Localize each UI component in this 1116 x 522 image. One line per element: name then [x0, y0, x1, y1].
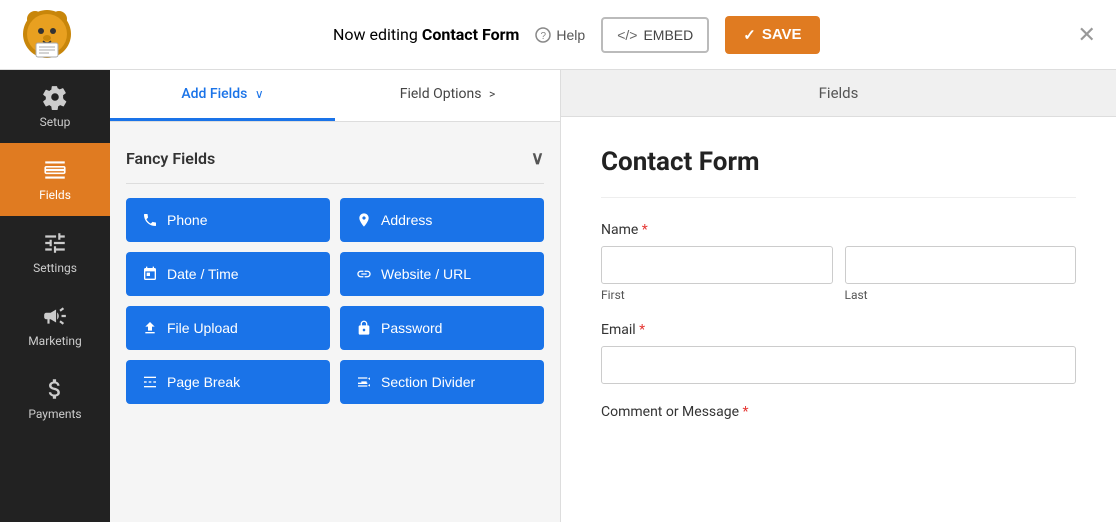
last-name-col: Last — [845, 246, 1077, 302]
top-bar: Now editing Contact Form ? Help </> EMBE… — [0, 0, 1116, 70]
name-label: Name * — [601, 222, 1076, 238]
file-upload-field-button[interactable]: File Upload — [126, 306, 330, 350]
email-required-indicator: * — [639, 322, 645, 338]
divider-icon — [356, 374, 372, 390]
upload-icon — [142, 320, 158, 336]
sidebar-settings-label: Settings — [33, 261, 77, 275]
form-preview: Fields Contact Form Name * First Last — [560, 70, 1116, 522]
top-bar-center: Now editing Contact Form ? Help </> EMBE… — [333, 16, 820, 54]
form-group-comment: Comment or Message * — [601, 404, 1076, 420]
sidebar-item-settings[interactable]: Settings — [0, 216, 110, 289]
name-inputs-row: First Last — [601, 246, 1076, 302]
datetime-field-button[interactable]: Date / Time — [126, 252, 330, 296]
sidebar-item-setup[interactable]: Setup — [0, 70, 110, 143]
email-label: Email * — [601, 322, 1076, 338]
sidebar-item-fields[interactable]: Fields — [0, 143, 110, 216]
fields-icon — [42, 157, 68, 183]
marketing-icon — [42, 303, 68, 329]
close-button[interactable]: ✕ — [1078, 22, 1096, 48]
location-icon — [356, 212, 372, 228]
svg-text:?: ? — [541, 31, 547, 42]
add-fields-arrow-icon: ∨ — [255, 87, 264, 101]
fancy-fields-chevron-icon[interactable]: ∨ — [531, 148, 544, 169]
first-name-col: First — [601, 246, 833, 302]
section-divider-field-button[interactable]: Section Divider — [340, 360, 544, 404]
sidebar-item-marketing[interactable]: Marketing — [0, 289, 110, 362]
field-options-arrow-icon: > — [489, 87, 495, 101]
add-fields-panel: Add Fields ∨ Field Options > Fancy Field… — [110, 70, 560, 522]
sidebar: Setup Fields Settings Marketing — [0, 70, 110, 522]
save-button[interactable]: ✓ SAVE — [725, 16, 819, 54]
password-field-button[interactable]: Password — [340, 306, 544, 350]
first-name-sublabel: First — [601, 288, 833, 302]
fancy-fields-label: Fancy Fields — [126, 149, 215, 168]
tab-add-fields[interactable]: Add Fields ∨ — [110, 70, 335, 121]
panel-tabs: Add Fields ∨ Field Options > — [110, 70, 560, 122]
sidebar-item-payments[interactable]: Payments — [0, 362, 110, 435]
checkmark-icon: ✓ — [743, 26, 756, 44]
pagebreak-icon — [142, 374, 158, 390]
last-name-sublabel: Last — [845, 288, 1077, 302]
email-input[interactable] — [601, 346, 1076, 384]
preview-content: Contact Form Name * First Last — [561, 117, 1116, 522]
comment-label: Comment or Message * — [601, 404, 1076, 420]
first-name-input[interactable] — [601, 246, 833, 284]
phone-field-button[interactable]: Phone — [126, 198, 330, 242]
help-button[interactable]: ? Help — [535, 27, 585, 43]
sidebar-payments-label: Payments — [28, 407, 81, 421]
panel-content: Fancy Fields ∨ Phone Address — [110, 122, 560, 522]
fields-grid: Phone Address Date / Time — [126, 198, 544, 404]
main-layout: Setup Fields Settings Marketing — [0, 70, 1116, 522]
address-field-button[interactable]: Address — [340, 198, 544, 242]
form-group-email: Email * — [601, 322, 1076, 384]
settings-icon — [42, 230, 68, 256]
last-name-input[interactable] — [845, 246, 1077, 284]
sidebar-setup-label: Setup — [40, 115, 71, 129]
sidebar-fields-label: Fields — [39, 188, 71, 202]
embed-icon: </> — [617, 27, 637, 43]
editing-label: Now editing Contact Form — [333, 25, 519, 44]
form-group-name: Name * First Last — [601, 222, 1076, 302]
lock-icon — [356, 320, 372, 336]
preview-header: Fields — [561, 70, 1116, 117]
form-title: Contact Form — [601, 147, 1076, 198]
fancy-fields-section: Fancy Fields ∨ — [126, 138, 544, 184]
page-break-field-button[interactable]: Page Break — [126, 360, 330, 404]
calendar-icon — [142, 266, 158, 282]
link-icon — [356, 266, 372, 282]
sidebar-marketing-label: Marketing — [28, 334, 82, 348]
gear-icon — [42, 84, 68, 110]
phone-icon — [142, 212, 158, 228]
name-required-indicator: * — [642, 222, 648, 238]
payments-icon — [42, 376, 68, 402]
tab-field-options[interactable]: Field Options > — [335, 70, 560, 121]
embed-button[interactable]: </> EMBED — [601, 17, 709, 53]
comment-required-indicator: * — [743, 404, 749, 420]
website-field-button[interactable]: Website / URL — [340, 252, 544, 296]
logo — [20, 7, 75, 62]
